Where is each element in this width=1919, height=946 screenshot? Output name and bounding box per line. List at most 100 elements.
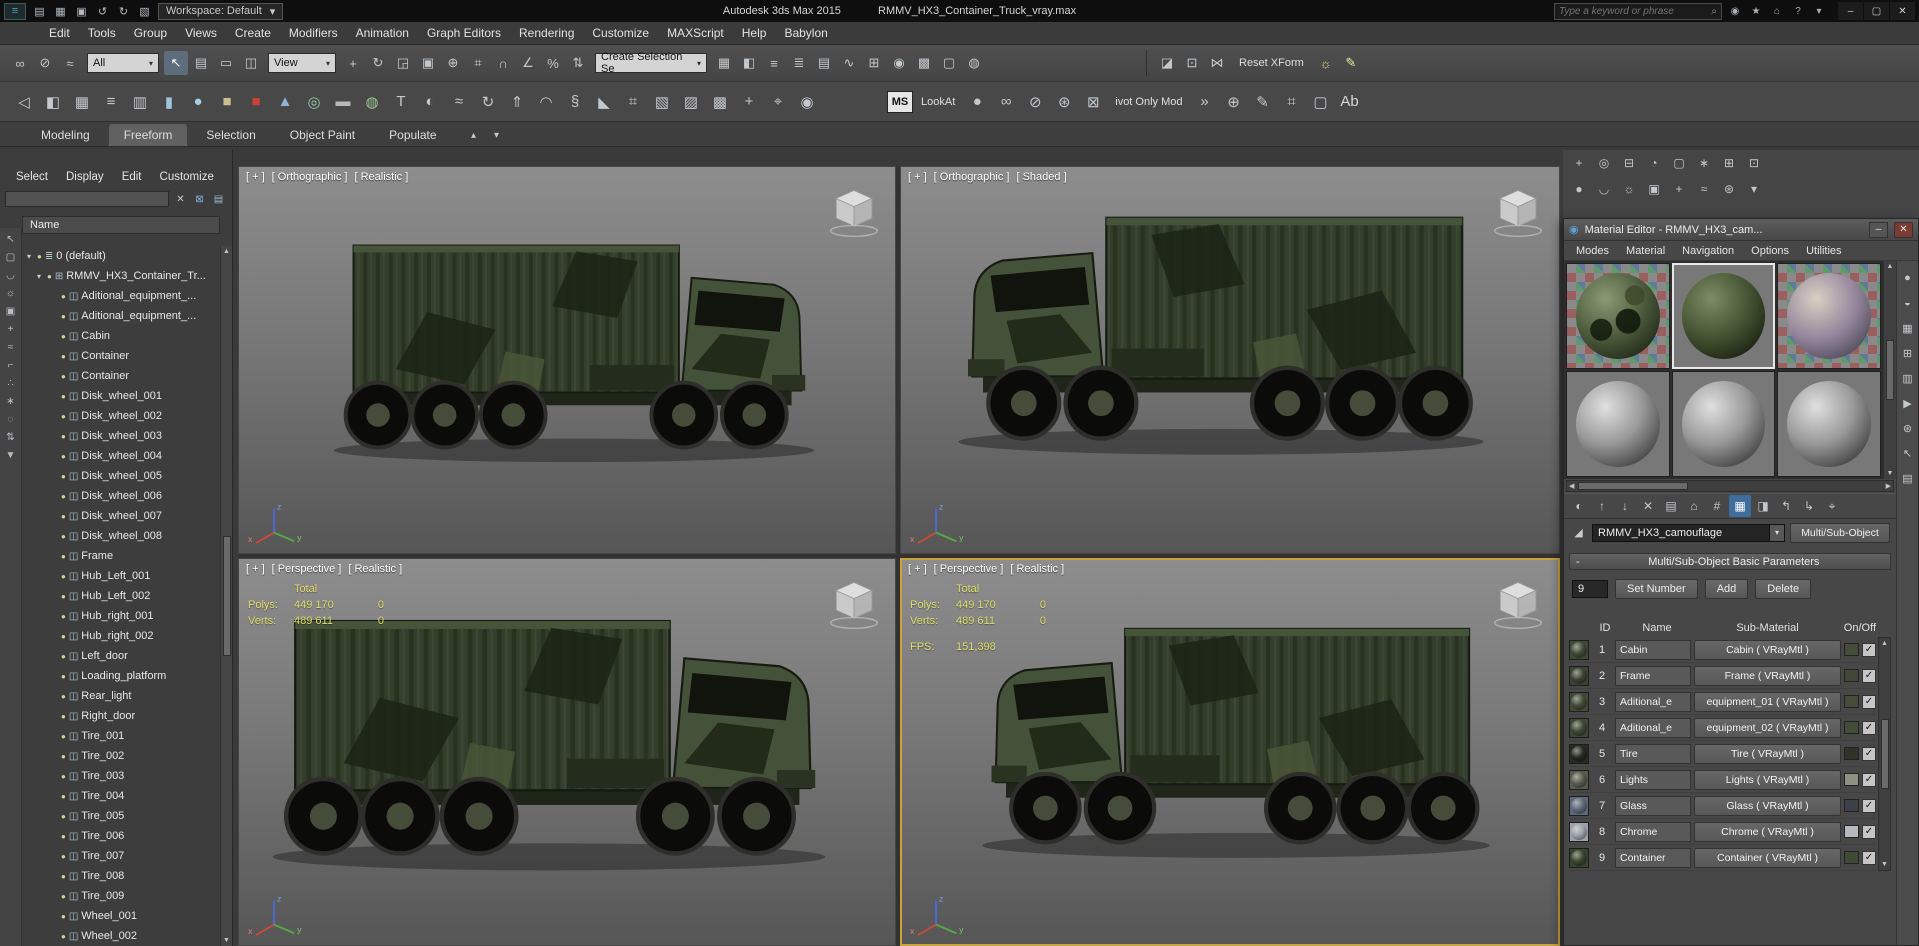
submaterial-button[interactable]: Cabin ( VRayMtl ): [1694, 639, 1841, 660]
explorer-options-icon[interactable]: ▤: [210, 191, 227, 207]
ribbon-tab[interactable]: Freeform: [108, 124, 188, 146]
submaterial-button[interactable]: equipment_01 ( VRayMtl ): [1694, 691, 1841, 712]
expand-chevrons-icon[interactable]: »: [1191, 88, 1219, 115]
project-folder-icon[interactable]: ▧: [135, 3, 154, 20]
ruler-tool-icon[interactable]: ⊡: [1180, 51, 1204, 75]
menu-item[interactable]: Tools: [79, 22, 125, 44]
tree-item[interactable]: ● ◫ Disk_wheel_002: [22, 406, 220, 426]
grid-snap-icon[interactable]: ⌗: [1278, 88, 1306, 115]
render-setup-icon[interactable]: ▩: [912, 51, 936, 75]
material-name-field[interactable]: Chrome: [1615, 821, 1691, 842]
hierarchy-tab-icon[interactable]: ⊟: [1618, 153, 1640, 173]
visibility-bulb-icon[interactable]: ●: [61, 652, 66, 661]
tree-item[interactable]: ● ◫ Rear_light: [22, 686, 220, 706]
measure-tool-icon[interactable]: ◪: [1155, 51, 1179, 75]
material-color-swatch[interactable]: [1844, 669, 1859, 682]
viewport-menu-shading[interactable]: [ Realistic ]: [348, 563, 402, 575]
shapes-category-icon[interactable]: ◡: [1593, 179, 1615, 199]
open-file-icon[interactable]: ▦: [51, 3, 70, 20]
viewport-top-right[interactable]: [ + ] [ Orthographic ] [ Shaded ] z x y: [900, 166, 1560, 554]
viewport-menu-general[interactable]: [ + ]: [246, 171, 265, 183]
tree-item[interactable]: ● ◫ Tire_003: [22, 766, 220, 786]
select-by-name-icon[interactable]: ▤: [189, 51, 213, 75]
create-tab-icon[interactable]: +: [1568, 153, 1590, 173]
cameras-category-icon[interactable]: ▣: [1643, 179, 1665, 199]
rendered-frame-icon[interactable]: ▢: [937, 51, 961, 75]
visibility-bulb-icon[interactable]: ●: [61, 632, 66, 641]
ribbon-config-icon[interactable]: ▾: [487, 126, 507, 144]
scroll-up-icon[interactable]: ▲: [1887, 263, 1894, 270]
sample-slot-6[interactable]: [1777, 371, 1881, 477]
torus-primitive-icon[interactable]: ◎: [300, 88, 328, 115]
axis-constraint-icon[interactable]: ⊕: [1220, 88, 1248, 115]
material-id-icon[interactable]: #: [1706, 495, 1728, 517]
visibility-bulb-icon[interactable]: ●: [61, 572, 66, 581]
visibility-bulb-icon[interactable]: ●: [61, 692, 66, 701]
onoff-checkbox[interactable]: ✓: [1862, 642, 1876, 657]
menu-item[interactable]: Create: [226, 22, 280, 44]
workspace-dropdown[interactable]: Workspace: Default ▾: [158, 2, 284, 20]
viewport-top-left[interactable]: [ + ] [ Orthographic ] [ Realistic ] z x…: [238, 166, 896, 554]
put-material-icon[interactable]: ↑: [1591, 495, 1613, 517]
visibility-bulb-icon[interactable]: ●: [61, 452, 66, 461]
viewport-bottom-right[interactable]: [ + ] [ Perspective ] [ Realistic ] Tota…: [900, 558, 1560, 946]
ball-joint-icon[interactable]: ●: [963, 88, 991, 115]
tree-item[interactable]: ● ◫ Left_door: [22, 646, 220, 666]
display-tab-icon[interactable]: ▢: [1668, 153, 1690, 173]
twist-modifier-icon[interactable]: §: [561, 88, 589, 115]
material-editor-menu-item[interactable]: Modes: [1568, 245, 1617, 257]
material-editor-icon[interactable]: ◉: [887, 51, 911, 75]
viewport-menu-pov[interactable]: [ Perspective ]: [934, 563, 1004, 575]
material-navigator-icon[interactable]: ▤: [1899, 469, 1917, 487]
save-file-icon[interactable]: ▣: [72, 3, 91, 20]
menu-item[interactable]: Edit: [40, 22, 79, 44]
visibility-bulb-icon[interactable]: ●: [61, 892, 66, 901]
spacing-tool-icon[interactable]: ▥: [126, 88, 154, 115]
material-name-dropdown[interactable]: RMMV_HX3_camouflage ▾: [1592, 523, 1785, 542]
go-forward-icon[interactable]: ↳: [1798, 495, 1820, 517]
cylinder-primitive-icon[interactable]: ▮: [155, 88, 183, 115]
add-button[interactable]: Add: [1704, 579, 1749, 599]
tree-item[interactable]: ▾ ● ⊞ RMMV_HX3_Container_Tr...: [22, 266, 220, 286]
visibility-bulb-icon[interactable]: ●: [61, 812, 66, 821]
tree-item[interactable]: ● ◫ Tire_008: [22, 866, 220, 886]
loft-tool-icon[interactable]: ≈: [445, 88, 473, 115]
tree-item[interactable]: ▾ ● ≣ 0 (default): [22, 246, 220, 266]
tree-item[interactable]: ● ◫ Disk_wheel_001: [22, 386, 220, 406]
onoff-checkbox[interactable]: ✓: [1862, 850, 1876, 865]
visibility-bulb-icon[interactable]: ●: [61, 592, 66, 601]
scrollbar-thumb[interactable]: [1880, 719, 1889, 789]
align-tool-icon[interactable]: ≡: [97, 88, 125, 115]
menu-item[interactable]: Rendering: [510, 22, 583, 44]
background-icon[interactable]: ▦: [1899, 319, 1917, 337]
sample-slot-4[interactable]: [1566, 371, 1670, 477]
material-thumbnail[interactable]: [1569, 743, 1589, 764]
scroll-right-icon[interactable]: ▶: [1886, 482, 1891, 490]
viewport-menu-shading[interactable]: [ Realistic ]: [1010, 563, 1064, 575]
rectangular-selection-icon[interactable]: ▭: [214, 51, 238, 75]
visibility-bulb-icon[interactable]: ●: [61, 512, 66, 521]
tree-item[interactable]: ● ◫ Hub_right_002: [22, 626, 220, 646]
search-input[interactable]: [1559, 5, 1708, 17]
scene-explorer-icon[interactable]: ▤: [812, 51, 836, 75]
reset-xform-button[interactable]: Reset XForm: [1231, 53, 1312, 73]
display-helpers-icon[interactable]: +: [2, 321, 20, 337]
minimize-button[interactable]: –: [1869, 221, 1888, 238]
material-color-swatch[interactable]: [1844, 799, 1859, 812]
visibility-bulb-icon[interactable]: ●: [47, 272, 52, 281]
tree-item[interactable]: ● ◫ Disk_wheel_007: [22, 506, 220, 526]
visibility-bulb-icon[interactable]: ●: [61, 492, 66, 501]
systems-category-icon[interactable]: ⊛: [1718, 179, 1740, 199]
material-color-swatch[interactable]: [1844, 695, 1859, 708]
visibility-bulb-icon[interactable]: ●: [61, 352, 66, 361]
select-filter-icon[interactable]: ↖: [2, 231, 20, 247]
material-count-field[interactable]: 9: [1572, 580, 1608, 598]
edit-named-selections-icon[interactable]: ▦: [712, 51, 736, 75]
visibility-bulb-icon[interactable]: ●: [61, 732, 66, 741]
material-thumbnail[interactable]: [1569, 795, 1589, 816]
bend-modifier-icon[interactable]: ◠: [532, 88, 560, 115]
viewport-menu-shading[interactable]: [ Shaded ]: [1016, 171, 1066, 183]
delete-button[interactable]: Delete: [1755, 579, 1812, 599]
viewport-menu-shading[interactable]: [ Realistic ]: [354, 171, 408, 183]
tree-scrollbar[interactable]: ▲ ▼: [220, 246, 232, 946]
